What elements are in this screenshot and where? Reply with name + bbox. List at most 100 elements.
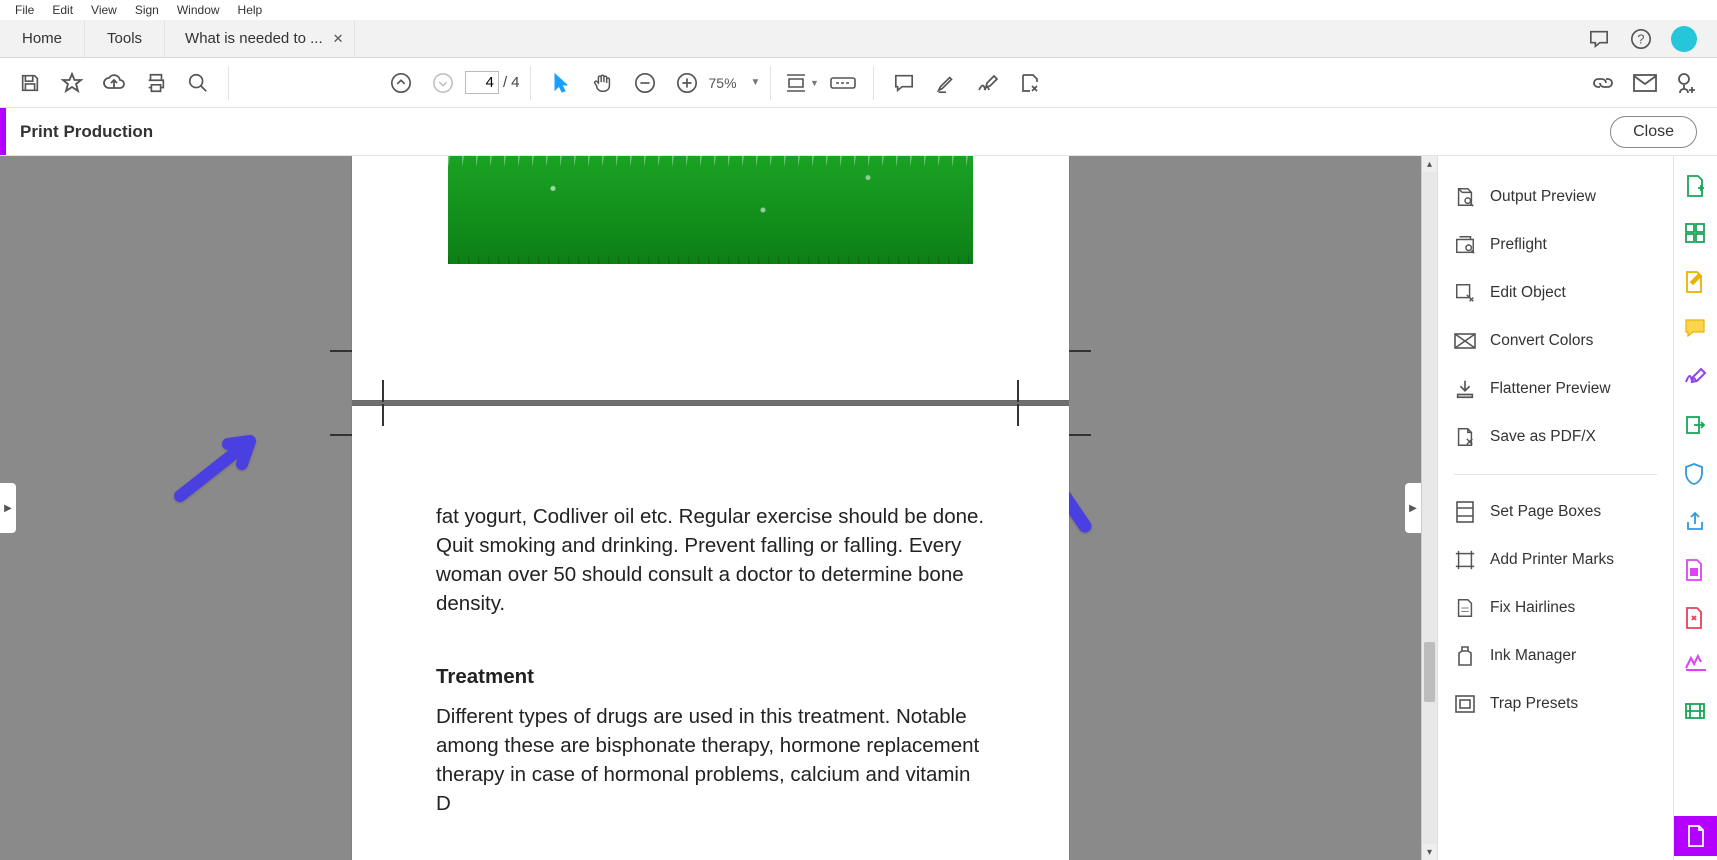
flattener-preview-icon: [1454, 378, 1476, 400]
right-tool-rail: [1673, 156, 1717, 860]
compress-rail-icon[interactable]: [1684, 606, 1708, 630]
zoom-in-icon[interactable]: [667, 63, 707, 103]
help-icon[interactable]: ?: [1629, 27, 1653, 51]
sign-icon[interactable]: [968, 63, 1008, 103]
comment-rail-icon[interactable]: [1684, 318, 1708, 342]
export-rail-icon[interactable]: [1684, 414, 1708, 438]
highlight-icon[interactable]: [926, 63, 966, 103]
edit-object-label: Edit Object: [1490, 284, 1566, 302]
preflight-icon: [1454, 234, 1476, 256]
tab-home[interactable]: Home: [0, 20, 85, 57]
svg-text:?: ?: [1637, 31, 1644, 46]
tab-home-label: Home: [22, 30, 62, 47]
menu-help[interactable]: Help: [229, 1, 272, 19]
left-panel-expander[interactable]: ▶: [0, 483, 16, 533]
menu-view[interactable]: View: [82, 1, 126, 19]
fit-width-icon[interactable]: ▼: [781, 63, 821, 103]
document-page-4: fat yogurt, Codliver oil etc. Regular ex…: [352, 406, 1069, 860]
fill-sign-rail-icon[interactable]: [1684, 366, 1708, 390]
fix-hairlines-label: Fix Hairlines: [1490, 599, 1575, 617]
menu-file[interactable]: File: [6, 1, 43, 19]
edit-object-button[interactable]: Edit Object: [1438, 272, 1673, 314]
menu-window[interactable]: Window: [168, 1, 229, 19]
vertical-scrollbar[interactable]: ▴ ▾: [1421, 156, 1437, 860]
flattener-preview-button[interactable]: Flattener Preview: [1438, 368, 1673, 410]
page-number-total: 4: [511, 74, 519, 91]
document-page-3: [352, 156, 1069, 400]
output-preview-icon: [1454, 186, 1476, 208]
search-icon[interactable]: [178, 63, 218, 103]
ink-manager-button[interactable]: Ink Manager: [1438, 635, 1673, 677]
combine-rail-icon[interactable]: [1684, 222, 1708, 246]
redact-rail-icon[interactable]: [1684, 654, 1708, 678]
edit-page-icon[interactable]: [1010, 63, 1050, 103]
link-icon[interactable]: [1583, 63, 1623, 103]
panel-divider: [1454, 474, 1657, 475]
tab-tools-label: Tools: [107, 30, 142, 47]
email-icon[interactable]: [1625, 63, 1665, 103]
page-number: / 4: [465, 71, 520, 94]
close-tab-icon[interactable]: ✕: [333, 31, 344, 47]
set-page-boxes-button[interactable]: Set Page Boxes: [1438, 491, 1673, 533]
page-number-input[interactable]: [465, 71, 499, 94]
trap-presets-button[interactable]: Trap Presets: [1438, 683, 1673, 725]
tab-document[interactable]: What is needed to ... ✕: [165, 20, 354, 57]
add-printer-marks-button[interactable]: Add Printer Marks: [1438, 539, 1673, 581]
page-down-icon[interactable]: [423, 63, 463, 103]
save-icon[interactable]: [10, 63, 50, 103]
print-production-rail-icon[interactable]: [1674, 816, 1717, 856]
protect-rail-icon[interactable]: [1684, 462, 1708, 486]
save-pdfx-icon: [1454, 426, 1476, 448]
share-rail-icon[interactable]: [1684, 510, 1708, 534]
close-button[interactable]: Close: [1610, 116, 1697, 148]
zoom-level[interactable]: 75% ▼: [709, 75, 761, 91]
scroll-down-icon[interactable]: ▾: [1423, 844, 1437, 860]
document-viewport[interactable]: ▶ ➤ fat yogurt, Codliver oil etc: [0, 156, 1421, 860]
hand-tool-icon[interactable]: [583, 63, 623, 103]
fix-hairlines-icon: [1454, 597, 1476, 619]
organize-rail-icon[interactable]: [1684, 558, 1708, 582]
notifications-icon[interactable]: [1587, 27, 1611, 51]
convert-colors-label: Convert Colors: [1490, 332, 1593, 350]
add-printer-marks-icon: [1454, 549, 1476, 571]
video-rail-icon[interactable]: [1684, 702, 1708, 726]
crop-mark: [1017, 380, 1039, 402]
share-icon[interactable]: [1667, 63, 1707, 103]
scroll-mode-icon[interactable]: [823, 63, 863, 103]
fix-hairlines-button[interactable]: Fix Hairlines: [1438, 587, 1673, 629]
crop-mark: [330, 434, 352, 456]
scrollbar-thumb[interactable]: [1424, 642, 1435, 702]
cloud-upload-icon[interactable]: [94, 63, 134, 103]
annotation-arrow-left: [170, 426, 270, 511]
menu-sign[interactable]: Sign: [126, 1, 168, 19]
avatar[interactable]: [1671, 26, 1697, 52]
star-icon[interactable]: [52, 63, 92, 103]
preflight-button[interactable]: Preflight: [1438, 224, 1673, 266]
right-panel-collapser[interactable]: ▶: [1405, 483, 1421, 533]
select-tool-icon[interactable]: [541, 63, 581, 103]
accent-bar: [0, 108, 6, 155]
page-number-sep: /: [503, 74, 507, 91]
set-page-boxes-label: Set Page Boxes: [1490, 503, 1601, 521]
menu-edit[interactable]: Edit: [43, 1, 82, 19]
crop-mark: [1069, 434, 1091, 456]
scrollbar-track[interactable]: [1422, 172, 1437, 844]
convert-colors-icon: [1454, 330, 1476, 352]
zoom-value: 75%: [709, 75, 737, 91]
crop-mark: [1069, 350, 1091, 372]
scroll-up-icon[interactable]: ▴: [1423, 156, 1437, 172]
edit-pdf-rail-icon[interactable]: [1684, 270, 1708, 294]
output-preview-label: Output Preview: [1490, 188, 1596, 206]
work-area: ▶ ➤ fat yogurt, Codliver oil etc: [0, 156, 1717, 860]
output-preview-button[interactable]: Output Preview: [1438, 176, 1673, 218]
comment-icon[interactable]: [884, 63, 924, 103]
tab-document-label: What is needed to ...: [185, 30, 323, 47]
page-up-icon[interactable]: [381, 63, 421, 103]
print-icon[interactable]: [136, 63, 176, 103]
convert-colors-button[interactable]: Convert Colors: [1438, 320, 1673, 362]
tab-tools[interactable]: Tools: [85, 20, 165, 57]
zoom-out-icon[interactable]: [625, 63, 665, 103]
crop-mark: [382, 380, 404, 402]
create-pdf-rail-icon[interactable]: [1684, 174, 1708, 198]
save-pdfx-button[interactable]: Save as PDF/X: [1438, 416, 1673, 458]
